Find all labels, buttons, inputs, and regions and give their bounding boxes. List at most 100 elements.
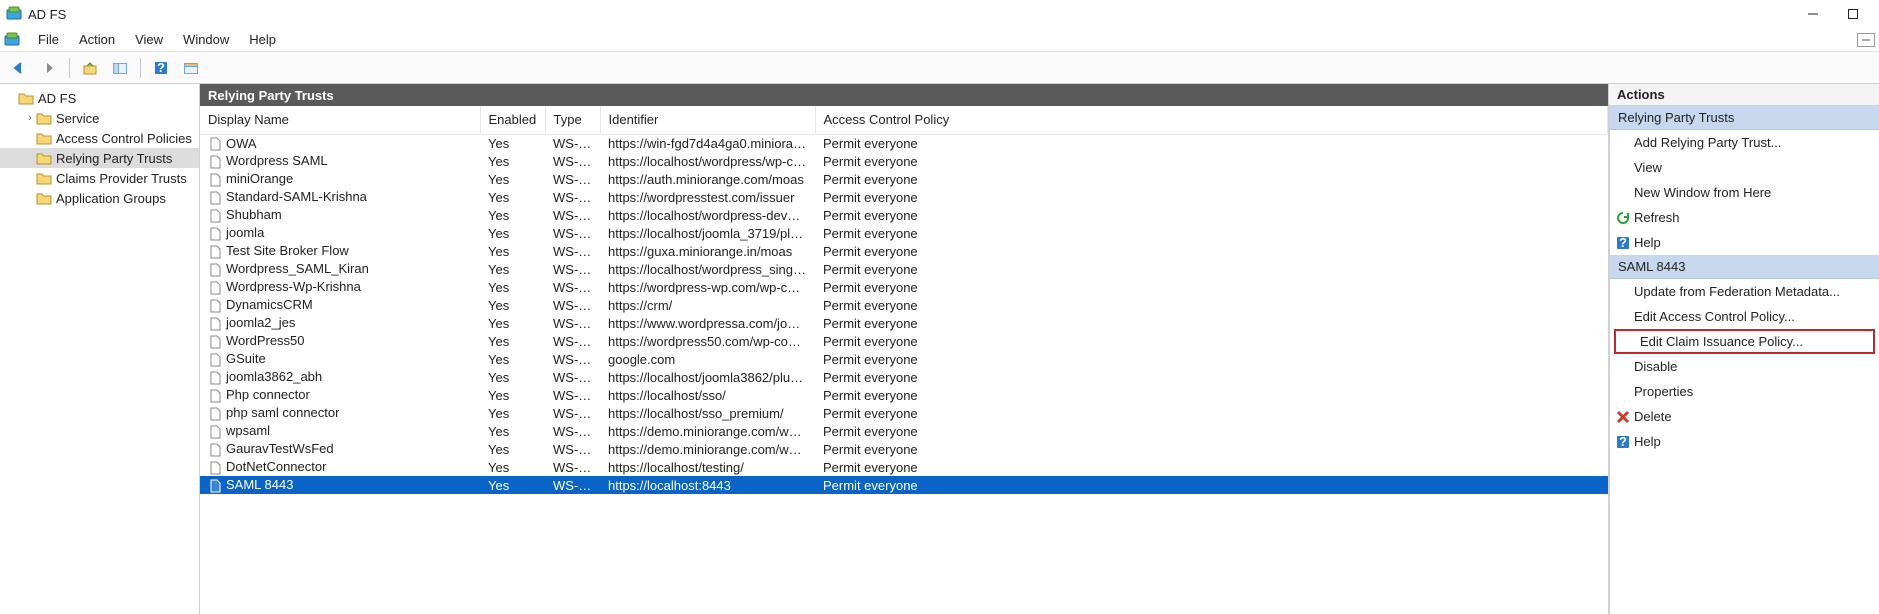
cell-type: WS-T...	[545, 206, 600, 224]
toolbar-separator	[140, 58, 141, 78]
table-row[interactable]: DynamicsCRMYesWS-T...https://crm/Permit …	[200, 296, 1608, 314]
trust-item-icon	[208, 353, 226, 367]
menu-action[interactable]: Action	[69, 30, 125, 49]
action-item[interactable]: ?Help	[1610, 230, 1879, 255]
relying-party-table: Display Name Enabled Type Identifier Acc…	[200, 106, 1608, 494]
expand-icon[interactable]: ›	[24, 112, 36, 124]
col-identifier[interactable]: Identifier	[600, 106, 815, 134]
table-row[interactable]: wpsamlYesWS-T...https://demo.miniorange.…	[200, 422, 1608, 440]
action-item[interactable]: ?Help	[1610, 429, 1879, 454]
trust-item-icon	[208, 155, 226, 169]
cell-enabled: Yes	[480, 350, 545, 368]
table-row[interactable]: joomla3862_abhYesWS-T...https://localhos…	[200, 368, 1608, 386]
cell-display-name: WordPress50	[200, 332, 480, 350]
action-item[interactable]: Refresh	[1610, 205, 1879, 230]
cell-enabled: Yes	[480, 404, 545, 422]
list-view[interactable]: Display Name Enabled Type Identifier Acc…	[200, 106, 1608, 614]
cell-enabled: Yes	[480, 386, 545, 404]
trust-item-icon	[208, 263, 226, 277]
cell-display-name: Php connector	[200, 386, 480, 404]
cell-type: WS-T...	[545, 404, 600, 422]
menu-file[interactable]: File	[28, 30, 69, 49]
cell-display-name: Wordpress-Wp-Krishna	[200, 278, 480, 296]
col-access-policy[interactable]: Access Control Policy	[815, 106, 1608, 134]
actions-section-header: SAML 8443	[1610, 255, 1879, 279]
table-row[interactable]: DotNetConnectorYesWS-T...https://localho…	[200, 458, 1608, 476]
cell-type: WS-T...	[545, 332, 600, 350]
minimize-button[interactable]	[1793, 2, 1833, 26]
table-row[interactable]: Wordpress_SAML_KiranYesWS-T...https://lo…	[200, 260, 1608, 278]
new-window-button[interactable]	[178, 56, 204, 80]
title-bar: AD FS	[0, 0, 1879, 28]
table-row[interactable]: php saml connectorYesWS-T...https://loca…	[200, 404, 1608, 422]
action-item[interactable]: Edit Claim Issuance Policy...	[1614, 329, 1875, 354]
workspace: AD FS ›Service Access Control Policies Rel…	[0, 84, 1879, 614]
table-row[interactable]: Php connectorYesWS-T...https://localhost…	[200, 386, 1608, 404]
table-row[interactable]: ShubhamYesWS-T...https://localhost/wordp…	[200, 206, 1608, 224]
action-item[interactable]: Properties	[1610, 379, 1879, 404]
table-row[interactable]: Standard-SAML-KrishnaYesWS-T...https://w…	[200, 188, 1608, 206]
tree-node[interactable]: Application Groups	[0, 188, 199, 208]
cell-access-policy: Permit everyone	[815, 278, 1608, 296]
cell-enabled: Yes	[480, 134, 545, 152]
action-item[interactable]: New Window from Here	[1610, 180, 1879, 205]
up-folder-button[interactable]	[77, 56, 103, 80]
maximize-button[interactable]	[1833, 2, 1873, 26]
table-row[interactable]: Wordpress-Wp-KrishnaYesWS-T...https://wo…	[200, 278, 1608, 296]
tree-node-adfs[interactable]: AD FS	[0, 88, 199, 108]
back-button[interactable]	[6, 56, 32, 80]
cell-display-name: php saml connector	[200, 404, 480, 422]
trust-item-icon	[208, 227, 226, 241]
cell-display-name: joomla3862_abh	[200, 368, 480, 386]
action-item[interactable]: Add Relying Party Trust...	[1610, 130, 1879, 155]
adfs-app-icon	[6, 6, 22, 22]
menu-window[interactable]: Window	[173, 30, 239, 49]
restore-mdi-button[interactable]	[1857, 33, 1875, 47]
tree-node[interactable]: Claims Provider Trusts	[0, 168, 199, 188]
cell-identifier: https://localhost/wordpress-dev1/wp...	[600, 206, 815, 224]
table-row[interactable]: miniOrangeYesWS-T...https://auth.miniora…	[200, 170, 1608, 188]
cell-display-name: Shubham	[200, 206, 480, 224]
trust-item-icon	[208, 389, 226, 403]
cell-identifier: https://localhost/wordpress_single_si...	[600, 260, 815, 278]
trust-item-icon	[208, 407, 226, 421]
help-toolbar-button[interactable]: ?	[148, 56, 174, 80]
table-row[interactable]: GauravTestWsFedYesWS-T...https://demo.mi…	[200, 440, 1608, 458]
col-enabled[interactable]: Enabled	[480, 106, 545, 134]
trust-item-icon	[208, 299, 226, 313]
action-label: Delete	[1634, 409, 1672, 424]
table-row[interactable]: Test Site Broker FlowYesWS-T...https://g…	[200, 242, 1608, 260]
menu-help[interactable]: Help	[239, 30, 286, 49]
action-item[interactable]: View	[1610, 155, 1879, 180]
cell-enabled: Yes	[480, 152, 545, 170]
table-row[interactable]: Wordpress SAMLYesWS-T...https://localhos…	[200, 152, 1608, 170]
action-item[interactable]: Disable	[1610, 354, 1879, 379]
menu-view[interactable]: View	[125, 30, 173, 49]
table-row[interactable]: joomlaYesWS-T...https://localhost/joomla…	[200, 224, 1608, 242]
table-row[interactable]: OWAYesWS-T...https://win-fgd7d4a4ga0.min…	[200, 134, 1608, 152]
cell-display-name: wpsaml	[200, 422, 480, 440]
cell-enabled: Yes	[480, 170, 545, 188]
cell-access-policy: Permit everyone	[815, 260, 1608, 278]
show-hide-tree-button[interactable]	[107, 56, 133, 80]
table-row[interactable]: SAML 8443YesWS-T...https://localhost:844…	[200, 476, 1608, 494]
tree-node[interactable]: ›Service	[0, 108, 199, 128]
table-row[interactable]: GSuiteYesWS-T...google.comPermit everyon…	[200, 350, 1608, 368]
table-row[interactable]: WordPress50YesWS-T...https://wordpress50…	[200, 332, 1608, 350]
cell-display-name: OWA	[200, 134, 480, 152]
cell-enabled: Yes	[480, 368, 545, 386]
cell-access-policy: Permit everyone	[815, 476, 1608, 494]
cell-display-name: GauravTestWsFed	[200, 440, 480, 458]
cell-access-policy: Permit everyone	[815, 440, 1608, 458]
forward-button[interactable]	[36, 56, 62, 80]
action-item[interactable]: Delete	[1610, 404, 1879, 429]
refresh-icon	[1614, 211, 1632, 225]
tree-node[interactable]: Relying Party Trusts	[0, 148, 199, 168]
table-row[interactable]: joomla2_jesYesWS-T...https://www.wordpre…	[200, 314, 1608, 332]
tree-node[interactable]: Access Control Policies	[0, 128, 199, 148]
trust-item-icon	[208, 317, 226, 331]
action-item[interactable]: Edit Access Control Policy...	[1610, 304, 1879, 329]
col-display-name[interactable]: Display Name	[200, 106, 480, 134]
tree-label: Access Control Policies	[56, 131, 192, 146]
col-type[interactable]: Type	[545, 106, 600, 134]
